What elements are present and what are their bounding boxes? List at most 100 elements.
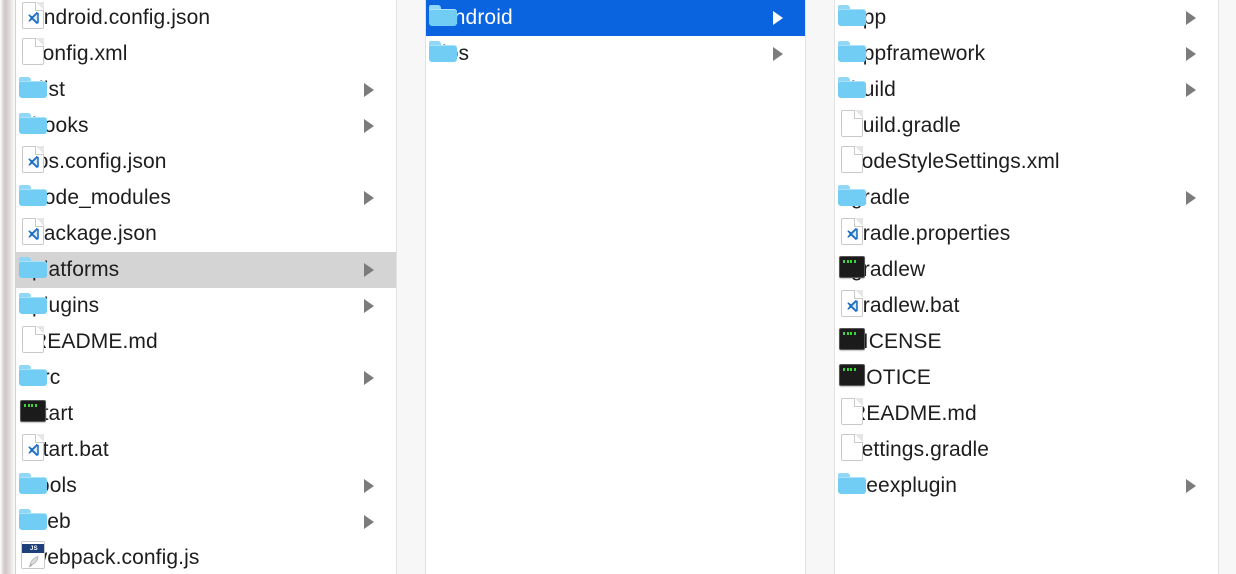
code-file-icon <box>22 434 44 461</box>
file-name-label: android.config.json <box>32 6 211 29</box>
file-name-label: appframework <box>851 42 986 65</box>
file-row[interactable]: codeStyleSettings.xml <box>835 144 1218 180</box>
js-banner-label: JS <box>30 545 38 552</box>
file-row[interactable]: package.json <box>16 216 396 252</box>
executable-icon <box>839 256 865 278</box>
file-row[interactable]: start.bat <box>16 432 396 468</box>
file-name-label: codeStyleSettings.xml <box>851 150 1060 173</box>
disclosure-arrow-icon[interactable] <box>773 11 797 25</box>
file-row[interactable]: ios <box>426 36 805 72</box>
disclosure-arrow-icon[interactable] <box>364 371 388 385</box>
file-row[interactable]: gradlew <box>835 252 1218 288</box>
file-name-label: build.gradle <box>851 114 961 137</box>
folder-icon <box>19 185 47 206</box>
disclosure-arrow-icon[interactable] <box>773 47 797 61</box>
file-name-label: webpack.config.js <box>32 546 200 569</box>
file-row[interactable]: build.gradle <box>835 108 1218 144</box>
file-row[interactable]: JS webpack.config.js <box>16 540 396 574</box>
disclosure-arrow-icon[interactable] <box>364 299 388 313</box>
disclosure-arrow-icon[interactable] <box>364 263 388 277</box>
folder-icon <box>19 293 47 314</box>
file-row[interactable]: tools <box>16 468 396 504</box>
file-name-label: ios.config.json <box>32 150 167 173</box>
file-name-label: README.md <box>851 402 977 425</box>
file-name-label: README.md <box>32 330 158 353</box>
disclosure-arrow-icon[interactable] <box>1186 47 1210 61</box>
disclosure-arrow-icon[interactable] <box>364 191 388 205</box>
disclosure-arrow-icon[interactable] <box>364 83 388 97</box>
file-name-label: package.json <box>32 222 157 245</box>
file-row[interactable]: LICENSE <box>835 324 1218 360</box>
file-row[interactable]: android <box>426 0 805 36</box>
folder-icon <box>429 5 457 26</box>
folder-icon <box>19 77 47 98</box>
vscode-glyph <box>28 156 39 168</box>
column-gutter-2 <box>805 0 835 574</box>
vscode-glyph <box>847 228 858 240</box>
file-row[interactable]: android.config.json <box>16 0 396 36</box>
script-quill-glyph <box>28 556 39 568</box>
file-row[interactable]: gradle <box>835 180 1218 216</box>
disclosure-arrow-icon[interactable] <box>364 479 388 493</box>
file-name-label: config.xml <box>32 42 128 65</box>
file-name-label: weexplugin <box>851 474 958 497</box>
document-icon <box>841 398 863 425</box>
file-row[interactable]: dist <box>16 72 396 108</box>
js-banner: JS <box>22 544 44 553</box>
folder-icon <box>19 365 47 386</box>
folder-icon <box>19 257 47 278</box>
file-row[interactable]: node_modules <box>16 180 396 216</box>
disclosure-arrow-icon[interactable] <box>364 119 388 133</box>
file-row[interactable]: hooks <box>16 108 396 144</box>
document-icon <box>841 110 863 137</box>
folder-icon <box>19 473 47 494</box>
folder-icon <box>838 41 866 62</box>
file-row[interactable]: settings.gradle <box>835 432 1218 468</box>
file-row[interactable]: build <box>835 72 1218 108</box>
document-icon <box>22 326 44 353</box>
file-row[interactable]: appframework <box>835 36 1218 72</box>
executable-icon <box>839 328 865 350</box>
finder-column-android-column[interactable]: app appframework build build.gradle codeStyl… <box>835 0 1218 574</box>
column-gutter-1 <box>396 0 426 574</box>
file-name-label: gradlew.bat <box>851 294 960 317</box>
file-row[interactable]: gradle.properties <box>835 216 1218 252</box>
file-row[interactable]: gradlew.bat <box>835 288 1218 324</box>
file-row[interactable]: plugins <box>16 288 396 324</box>
file-row[interactable]: app <box>835 0 1218 36</box>
folder-icon <box>838 5 866 26</box>
document-icon <box>841 434 863 461</box>
executable-icon <box>839 364 865 386</box>
finder-column-platforms-column[interactable]: androidios <box>426 0 805 574</box>
file-row[interactable]: NOTICE <box>835 360 1218 396</box>
file-row[interactable]: src <box>16 360 396 396</box>
disclosure-arrow-icon[interactable] <box>1186 191 1210 205</box>
previous-column-edge <box>0 0 16 574</box>
file-row[interactable]: README.md <box>16 324 396 360</box>
finder-column-project-root-column[interactable]: android.config.json config.xml dist hooks io… <box>16 0 396 574</box>
folder-icon <box>19 113 47 134</box>
code-file-icon <box>22 218 44 245</box>
file-row[interactable]: weexplugin <box>835 468 1218 504</box>
disclosure-arrow-icon[interactable] <box>1186 83 1210 97</box>
vscode-glyph <box>28 228 39 240</box>
file-name-label: gradle.properties <box>851 222 1011 245</box>
code-file-icon <box>22 2 44 29</box>
file-row[interactable]: README.md <box>835 396 1218 432</box>
disclosure-arrow-icon[interactable] <box>364 515 388 529</box>
file-row[interactable]: config.xml <box>16 36 396 72</box>
folder-icon <box>838 473 866 494</box>
file-row[interactable]: ios.config.json <box>16 144 396 180</box>
file-name-label: node_modules <box>32 186 171 209</box>
file-row[interactable]: start <box>16 396 396 432</box>
vscode-glyph <box>28 444 39 456</box>
file-row[interactable]: platforms <box>16 252 396 288</box>
folder-icon <box>429 41 457 62</box>
file-row[interactable]: web <box>16 504 396 540</box>
vscode-glyph <box>847 300 858 312</box>
js-file-icon: JS <box>21 541 45 569</box>
disclosure-arrow-icon[interactable] <box>1186 11 1210 25</box>
file-name-label: settings.gradle <box>851 438 990 461</box>
document-icon <box>22 38 44 65</box>
disclosure-arrow-icon[interactable] <box>1186 479 1210 493</box>
